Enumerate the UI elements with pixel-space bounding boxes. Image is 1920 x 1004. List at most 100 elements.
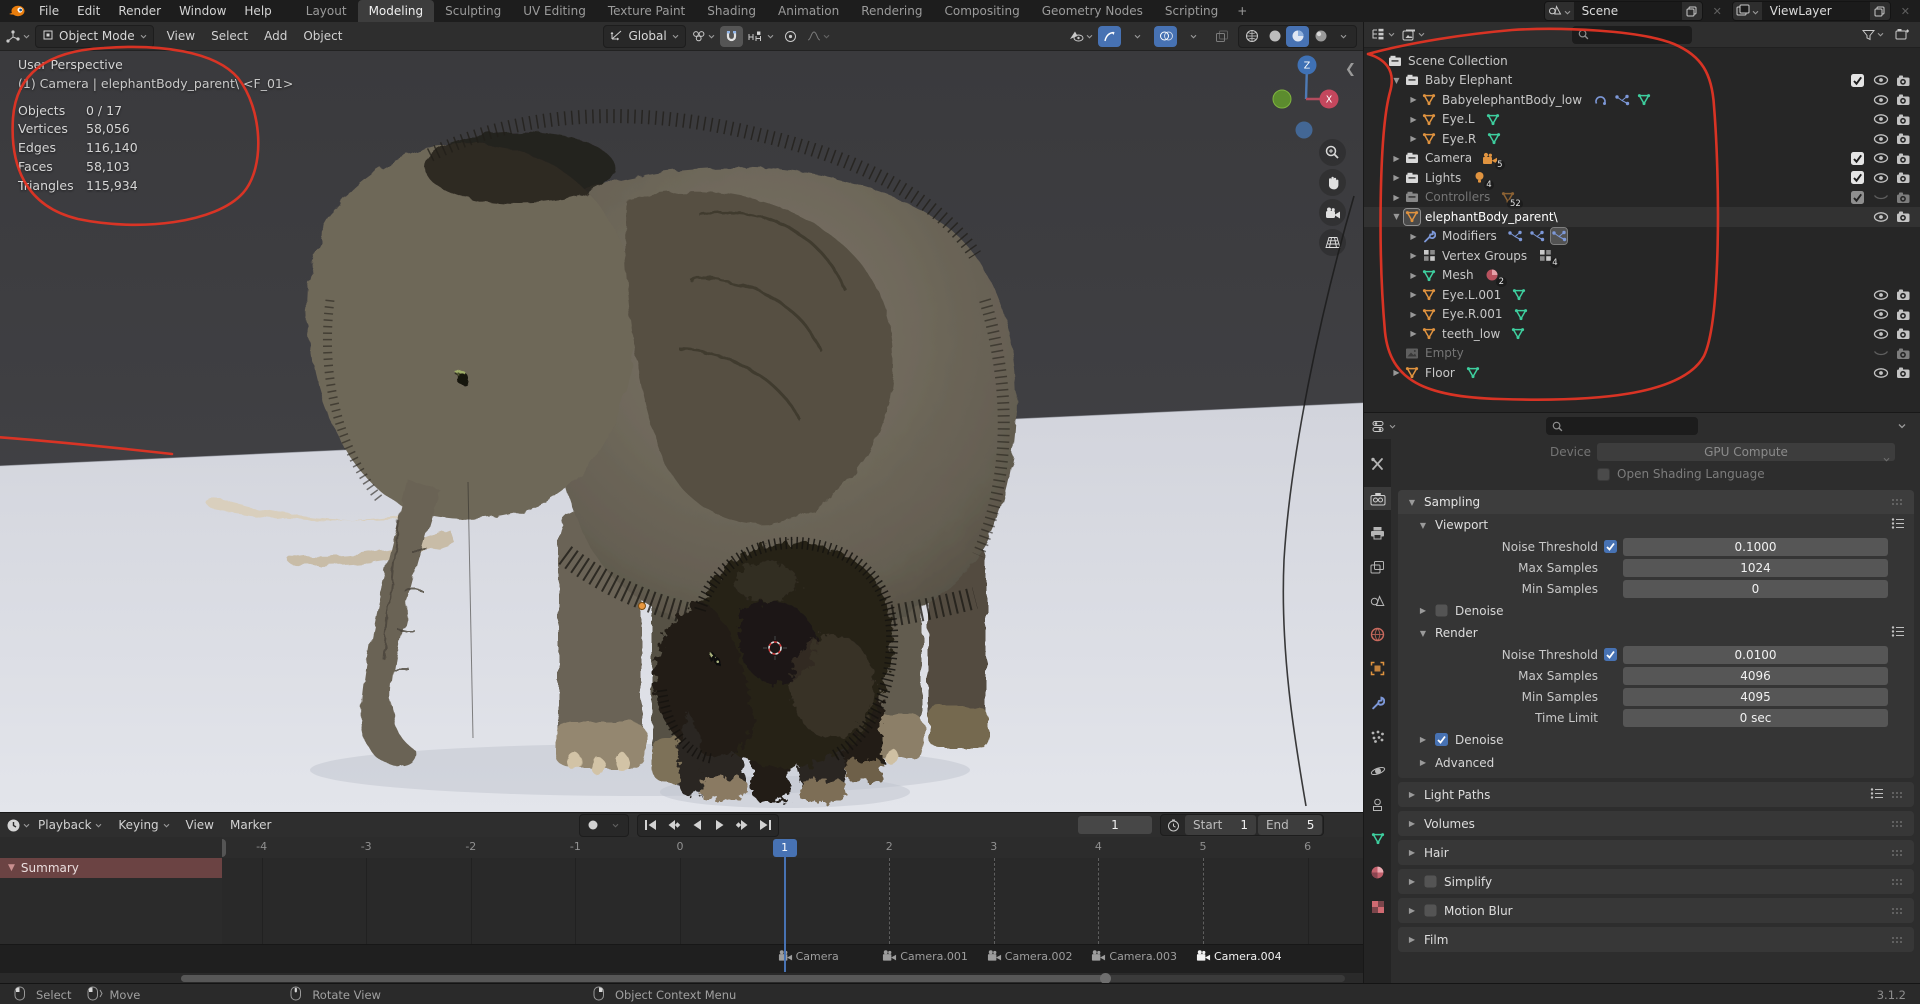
camera-marker-camera-002[interactable]: Camera.002 [987,949,1072,965]
marker-strip[interactable]: Camera Camera.001 Camera.002 Camera.003 Came… [0,944,1363,973]
end-frame-field[interactable]: End 5 [1257,815,1323,835]
visibility-eye-toggle[interactable] [1869,74,1892,87]
workspace-tab-sculpting[interactable]: Sculpting [434,0,512,22]
app-menu-file[interactable]: File [30,4,68,18]
snap-toggle[interactable] [719,25,743,47]
render-visibility-toggle[interactable] [1892,191,1915,204]
render-visibility-toggle[interactable] [1892,327,1915,340]
outliner-item-babyelephantbody-low[interactable]: ▶ BabyelephantBody_low [1364,90,1920,110]
panel-hair[interactable]: ▶ Hair [1398,840,1914,865]
collapse-icon[interactable]: ▼ [1389,76,1404,85]
snap-settings-button[interactable] [748,26,774,47]
gizmos-dropdown[interactable] [1126,26,1149,47]
selectable-checkbox[interactable] [1846,151,1869,165]
timeline-menu-keying[interactable]: Keying [110,818,177,832]
auto-keying-dropdown[interactable] [604,815,627,836]
outliner-item-eye-r-001[interactable]: ▶ Eye.R.001 [1364,305,1920,325]
workspace-tab-modeling[interactable]: Modeling [357,0,435,22]
render-visibility-toggle[interactable] [1892,366,1915,379]
render-visibility-toggle[interactable] [1892,288,1915,301]
presets-list-icon[interactable] [1870,787,1884,802]
drag-dots-icon[interactable] [1891,817,1905,831]
app-menu-help[interactable]: Help [235,4,280,18]
current-frame-field[interactable]: 1 [1078,816,1152,834]
expand-icon[interactable]: ▶ [1389,154,1404,163]
presets-list-icon[interactable] [1891,626,1905,640]
outliner-item-eye-l[interactable]: ▶ Eye.L [1364,110,1920,130]
viewport-menu-object[interactable]: Object [295,29,350,43]
current-frame-indicator[interactable]: 1 [772,839,797,857]
overlays-toggle[interactable] [1154,25,1177,47]
mode-selector[interactable]: Object Mode [35,24,154,48]
summary-channel[interactable]: ▼ Summary [0,858,230,878]
render-denoise-toggle[interactable]: ▶ Denoise [1398,728,1914,751]
advanced-toggle[interactable]: ▶ Advanced [1398,751,1914,778]
properties-tab-render[interactable] [1364,487,1391,510]
timeline-body[interactable]: -4-3-2-1023456 ↔ ▼ Summary CameraCamera.… [0,837,1363,984]
expand-icon[interactable]: ▶ [1406,310,1421,319]
visibility-eye-toggle[interactable] [1869,132,1892,145]
viewport-menu-add[interactable]: Add [256,29,295,43]
camera-marker-camera-001[interactable]: Camera.001 [882,949,968,965]
presets-list-icon[interactable] [1891,518,1905,532]
device-select[interactable]: GPU Compute [1597,443,1895,462]
viewport-canvas[interactable]: User Perspective (1) Camera | elephantBo… [0,50,1363,812]
visibility-eye-closed-toggle[interactable] [1869,191,1892,204]
navigation-gizmo[interactable]: Z X [1258,50,1358,150]
timeline-menu-playback[interactable]: Playback [30,818,110,832]
expand-icon[interactable]: ▶ [1406,95,1421,104]
shading-solid-button[interactable] [1263,26,1286,47]
sampling-panel-header[interactable]: ▼ Sampling [1398,490,1914,514]
shading-dropdown[interactable] [1332,26,1355,47]
scrollbar-thumb[interactable] [181,975,1106,982]
denoise-checkbox[interactable] [1435,604,1448,617]
workspace-tab-layout[interactable]: Layout [295,0,358,22]
outliner-item-lights[interactable]: ▶ Lights 4 [1364,168,1920,190]
properties-tab-output[interactable] [1364,521,1391,544]
drag-dots-icon[interactable] [1891,933,1905,947]
properties-tab-scene[interactable] [1364,589,1391,612]
motion-blur-checkbox[interactable] [1424,904,1437,917]
expand-icon[interactable]: ▶ [1389,173,1404,182]
expand-icon[interactable]: ▶ [1406,329,1421,338]
viewlayer-name[interactable]: ViewLayer [1762,2,1870,20]
visibility-eye-closed-toggle[interactable] [1869,347,1892,360]
outliner-item-scene-collection[interactable]: Scene Collection [1364,51,1920,71]
timeline-menu-view[interactable]: View [178,818,222,832]
panel-film[interactable]: ▶ Film [1398,927,1914,952]
outliner-editor-type-button[interactable] [1371,24,1395,45]
visibility-eye-toggle[interactable] [1869,308,1892,321]
drag-dots-icon[interactable] [1891,846,1905,860]
properties-options-button[interactable] [1890,416,1913,437]
properties-tab-modifiers[interactable] [1364,691,1391,714]
visibility-eye-toggle[interactable] [1869,171,1892,184]
viewport-3d[interactable]: Object Mode View Select Add Object Global [0,22,1363,812]
blender-logo-icon[interactable] [8,4,26,18]
properties-tab-tool[interactable] [1364,453,1391,476]
workspace-tab-uv-editing[interactable]: UV Editing [512,0,597,22]
properties-editor-type-button[interactable] [1372,416,1396,437]
panel-simplify[interactable]: ▶ Simplify [1398,869,1914,894]
camera-view-button[interactable] [1319,199,1346,226]
region-collapse-arrow[interactable]: ❮ [1345,62,1356,77]
render-visibility-toggle[interactable] [1892,152,1915,165]
workspace-tab-geometry-nodes[interactable]: Geometry Nodes [1031,0,1154,22]
zoom-button[interactable] [1319,139,1346,166]
selectable-checkbox[interactable] [1846,190,1869,204]
transform-orientation[interactable]: Global [603,24,686,48]
outliner-item-baby-elephant[interactable]: ▼ Baby Elephant [1364,71,1920,91]
expand-icon[interactable]: ▶ [1406,271,1421,280]
remove-viewlayer-icon[interactable]: ✕ [1899,5,1912,18]
selectable-checkbox[interactable] [1846,171,1869,185]
workspace-tab-animation[interactable]: Animation [767,0,850,22]
timeline-editor-type-button[interactable] [6,815,30,836]
render-visibility-toggle[interactable] [1892,113,1915,126]
drag-dots-icon[interactable] [1891,904,1905,918]
expand-icon[interactable]: ▶ [1406,290,1421,299]
panel-volumes[interactable]: ▶ Volumes [1398,811,1914,836]
editor-type-button[interactable] [6,26,30,47]
viewlayer-selector[interactable]: ViewLayer [1731,1,1891,21]
denoise-checkbox[interactable] [1435,733,1448,746]
playhead-line[interactable] [783,855,786,972]
outliner-item-empty[interactable]: Empty [1364,344,1920,364]
